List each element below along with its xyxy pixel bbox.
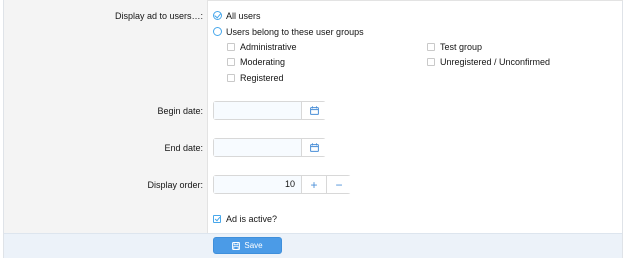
increment-button[interactable]: + [302, 176, 327, 193]
calendar-icon [309, 143, 319, 152]
save-button-label: Save [244, 241, 263, 250]
checkbox-moderating-label[interactable]: Moderating [240, 57, 285, 67]
checkbox-administrative-label[interactable]: Administrative [240, 42, 297, 52]
minus-icon: − [335, 177, 343, 192]
save-icon [232, 241, 241, 250]
checkbox-test-group[interactable] [427, 43, 435, 51]
checkbox-ad-active[interactable] [213, 215, 221, 223]
begin-date-label: Begin date: [157, 106, 203, 116]
decrement-button[interactable]: − [327, 176, 351, 193]
checkbox-registered[interactable] [227, 74, 235, 82]
form-footer [4, 233, 622, 258]
begin-date-calendar-button[interactable] [302, 102, 326, 119]
radio-all-users[interactable] [213, 11, 222, 20]
checkbox-unregistered[interactable] [427, 58, 435, 66]
radio-user-groups[interactable] [213, 27, 222, 36]
end-date-calendar-button[interactable] [302, 139, 326, 156]
checkbox-unregistered-label[interactable]: Unregistered / Unconfirmed [440, 57, 550, 67]
checkbox-test-group-label[interactable]: Test group [440, 42, 482, 52]
top-divider [207, 0, 623, 4]
begin-date-input[interactable] [214, 102, 302, 119]
label-column [4, 0, 208, 233]
radio-all-users-label[interactable]: All users [226, 11, 261, 21]
end-date-input[interactable] [214, 139, 302, 156]
checkbox-ad-active-label[interactable]: Ad is active? [226, 214, 277, 224]
checkbox-registered-label[interactable]: Registered [240, 73, 284, 83]
display-order-label: Display order: [147, 180, 203, 190]
radio-user-groups-label[interactable]: Users belong to these user groups [226, 27, 364, 37]
calendar-icon [309, 106, 319, 115]
display-order-group: 10 + − [213, 175, 351, 194]
end-date-group [213, 138, 326, 157]
begin-date-group [213, 101, 326, 120]
checkbox-moderating[interactable] [227, 58, 235, 66]
checkbox-administrative[interactable] [227, 43, 235, 51]
plus-icon: + [310, 177, 318, 192]
end-date-label: End date: [164, 143, 203, 153]
display-order-input[interactable]: 10 [214, 176, 302, 193]
display-to-label: Display ad to users…: [114, 11, 203, 21]
display-order-value: 10 [284, 179, 295, 189]
save-button[interactable]: Save [213, 237, 282, 254]
